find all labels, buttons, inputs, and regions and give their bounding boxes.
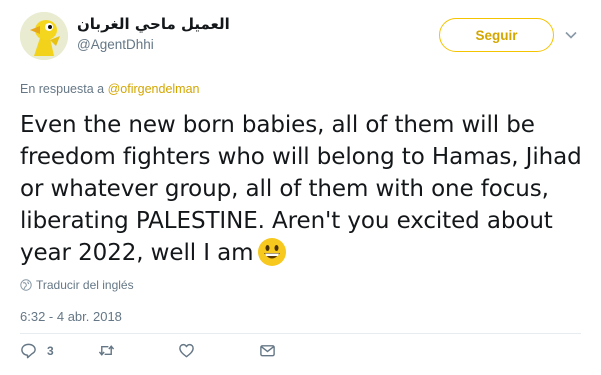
reply-context: En respuesta a @ofirgendelman [20,82,200,96]
retweet-icon [98,345,115,356]
avatar[interactable] [20,12,68,60]
grinning-face-emoji-icon [258,238,287,266]
envelope-icon [260,345,275,357]
divider [20,333,581,334]
translate-link[interactable]: Traducir del inglés [20,278,134,292]
tweet-body: Even the new born babies, all of them wi… [20,112,582,266]
reply-mention-link[interactable]: @ofirgendelman [108,82,200,96]
translate-label: Traducir del inglés [36,278,134,292]
reply-icon [21,343,36,359]
author-handle[interactable]: @AgentDhhi [77,37,230,52]
chevron-down-icon[interactable] [564,28,578,42]
globe-icon [20,279,32,291]
reply-count: 3 [47,343,54,358]
author-block[interactable]: العميل ماحي الغربان @AgentDhhi [77,15,230,52]
like-button[interactable] [178,342,205,359]
tweet-timestamp[interactable]: 6:32 - 4 abr. 2018 [20,309,122,324]
heart-icon [179,343,194,358]
yellow-bird-avatar-icon [20,12,68,60]
reply-button[interactable]: 3 [20,342,54,359]
reply-prefix: En respuesta a [20,82,105,96]
follow-button-label: Seguir [475,27,518,43]
follow-button[interactable]: Seguir [439,18,554,52]
tweet-text: Even the new born babies, all of them wi… [20,109,585,269]
retweet-button[interactable] [98,342,125,359]
direct-message-button[interactable] [259,342,276,359]
author-display-name[interactable]: العميل ماحي الغربان [77,15,230,33]
